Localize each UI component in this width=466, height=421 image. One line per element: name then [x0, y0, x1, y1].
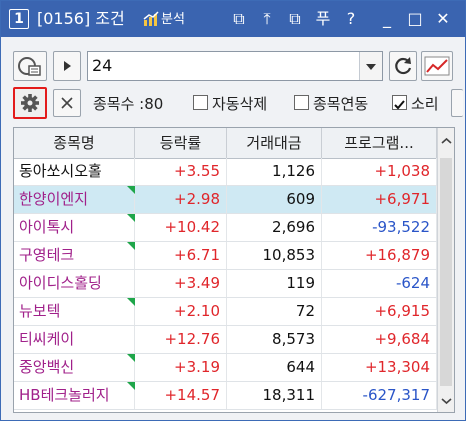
close-icon[interactable]: ✕ [433, 10, 453, 28]
stock-name-cell: 뉴보텍 [14, 298, 135, 325]
scrollbar-thumb[interactable] [440, 158, 452, 386]
condition-select[interactable]: 24 [87, 51, 383, 81]
new-flag-icon [127, 186, 135, 194]
new-flag-icon [127, 214, 135, 222]
help-icon[interactable]: ? [341, 10, 361, 28]
table-row[interactable]: 티씨케이 +12.76 8,573 +9,684 [14, 326, 437, 354]
trade-volume-cell: 644 [227, 354, 322, 381]
stock-link-checkbox[interactable] [294, 95, 309, 110]
stock-count-label: 종목수 :80 [93, 95, 164, 113]
condition-list-button[interactable] [13, 51, 47, 81]
col-header-rate[interactable]: 등락률 [135, 128, 227, 158]
stock-name-cell: 중앙백신 [14, 354, 135, 381]
col-header-name[interactable]: 종목명 [14, 128, 135, 158]
change-rate-cell: +3.55 [135, 158, 227, 185]
play-arrow-icon [64, 61, 71, 71]
stock-name-cell: HB테크놀러지 [14, 382, 135, 409]
trade-volume-cell: 609 [227, 186, 322, 213]
trade-volume-cell: 72 [227, 298, 322, 325]
auto-delete-checkbox[interactable] [193, 95, 208, 110]
condition-search-window: 1 [0156] 조건 분석 ⧉ ⤒ ⧉ 푸? _ □ ✕ 24 종목수:80… [0, 0, 466, 421]
program-trade-cell: +1,038 [322, 158, 437, 185]
pin-icon[interactable]: 푸 [313, 10, 333, 28]
condition-list-icon [18, 57, 41, 76]
analysis-chart-icon[interactable] [143, 11, 159, 27]
trade-volume-cell: 2,696 [227, 214, 322, 241]
program-trade-cell: +6,971 [322, 186, 437, 213]
table-row[interactable]: 뉴보텍 +2.10 72 +6,915 [14, 298, 437, 326]
line-chart-icon [424, 56, 450, 76]
change-rate-cell: +2.98 [135, 186, 227, 213]
program-trade-cell: -627,317 [322, 382, 437, 409]
auto-delete-label: 자동삭제 [212, 95, 268, 113]
change-rate-cell: +3.49 [135, 270, 227, 297]
program-trade-cell: -624 [322, 270, 437, 297]
new-flag-icon [127, 382, 135, 390]
stock-link-label: 종목연동 [313, 95, 369, 113]
delete-button[interactable] [53, 89, 81, 117]
new-flag-icon [127, 298, 135, 306]
trade-volume-cell: 8,573 [227, 326, 322, 353]
scroll-up-icon[interactable] [438, 136, 455, 146]
window-title: [0156] 조건 [37, 9, 125, 28]
program-trade-cell: +6,915 [322, 298, 437, 325]
stock-grid: 종목명 등락률 거래대금 프로그램... 동아쏘시오홀 +3.55 1,126 +1,… [13, 127, 455, 413]
stock-name-cell: 동아쏘시오홀 [14, 158, 135, 185]
table-row[interactable]: 중앙백신 +3.19 644 +13,304 [14, 354, 437, 382]
grid-header: 종목명 등락률 거래대금 프로그램... [14, 128, 437, 159]
window-number[interactable]: 1 [9, 9, 29, 29]
stock-name-cell: 한양이엔지 [14, 186, 135, 213]
trade-volume-cell: 18,311 [227, 382, 322, 409]
vertical-scrollbar[interactable] [437, 128, 455, 412]
restore-window-icon[interactable]: ⧉ [229, 10, 249, 28]
trade-volume-cell: 1,126 [227, 158, 322, 185]
pin-top-icon[interactable]: ⤒ [257, 10, 277, 28]
settings-button[interactable] [13, 87, 47, 119]
table-row[interactable]: 동아쏘시오홀 +3.55 1,126 +1,038 [14, 158, 437, 186]
col-header-volume[interactable]: 거래대금 [227, 128, 322, 158]
stock-name-cell: 아이톡시 [14, 214, 135, 241]
program-trade-cell: +9,684 [322, 326, 437, 353]
checkmark-icon [394, 100, 405, 110]
col-header-program[interactable]: 프로그램... [322, 128, 437, 158]
title-bar: 1 [0156] 조건 분석 ⧉ ⤒ ⧉ 푸? _ □ ✕ [1, 1, 465, 37]
chevron-down-icon[interactable] [359, 52, 382, 80]
change-rate-cell: +6.71 [135, 242, 227, 269]
condition-select-value: 24 [92, 56, 113, 75]
more-options-button[interactable] [451, 89, 463, 117]
table-row[interactable]: HB테크놀러지 +14.57 18,311 -627,317 [14, 382, 437, 410]
trade-volume-cell: 119 [227, 270, 322, 297]
minimize-icon[interactable]: _ [377, 10, 397, 28]
table-row[interactable]: 구영테크 +6.71 10,853 +16,879 [14, 242, 437, 270]
analysis-button[interactable]: 분석 [161, 11, 185, 29]
scroll-down-icon[interactable] [438, 396, 455, 406]
stock-name-cell: 구영테크 [14, 242, 135, 269]
program-trade-cell: -93,522 [322, 214, 437, 241]
change-rate-cell: +3.19 [135, 354, 227, 381]
next-button[interactable] [53, 51, 81, 81]
change-rate-cell: +10.42 [135, 214, 227, 241]
trade-volume-cell: 10,853 [227, 242, 322, 269]
chart-button[interactable] [421, 51, 453, 81]
new-flag-icon [127, 354, 135, 362]
change-rate-cell: +14.57 [135, 382, 227, 409]
table-row[interactable]: 아이디스홀딩 +3.49 119 -624 [14, 270, 437, 298]
stock-name-cell: 티씨케이 [14, 326, 135, 353]
stock-name-cell: 아이디스홀딩 [14, 270, 135, 297]
copy-window-icon[interactable]: ⧉ [285, 10, 305, 28]
program-trade-cell: +16,879 [322, 242, 437, 269]
refresh-icon [395, 57, 412, 75]
program-trade-cell: +13,304 [322, 354, 437, 381]
change-rate-cell: +2.10 [135, 298, 227, 325]
table-row[interactable]: 아이톡시 +10.42 2,696 -93,522 [14, 214, 437, 242]
change-rate-cell: +12.76 [135, 326, 227, 353]
refresh-button[interactable] [389, 51, 417, 81]
table-row[interactable]: 한양이엔지 +2.98 609 +6,971 [14, 186, 437, 214]
new-flag-icon [127, 242, 135, 250]
sound-checkbox[interactable] [392, 95, 407, 110]
maximize-icon[interactable]: □ [405, 10, 425, 28]
sound-label: 소리 [411, 95, 439, 113]
gear-icon [21, 94, 39, 112]
close-icon [61, 97, 73, 109]
